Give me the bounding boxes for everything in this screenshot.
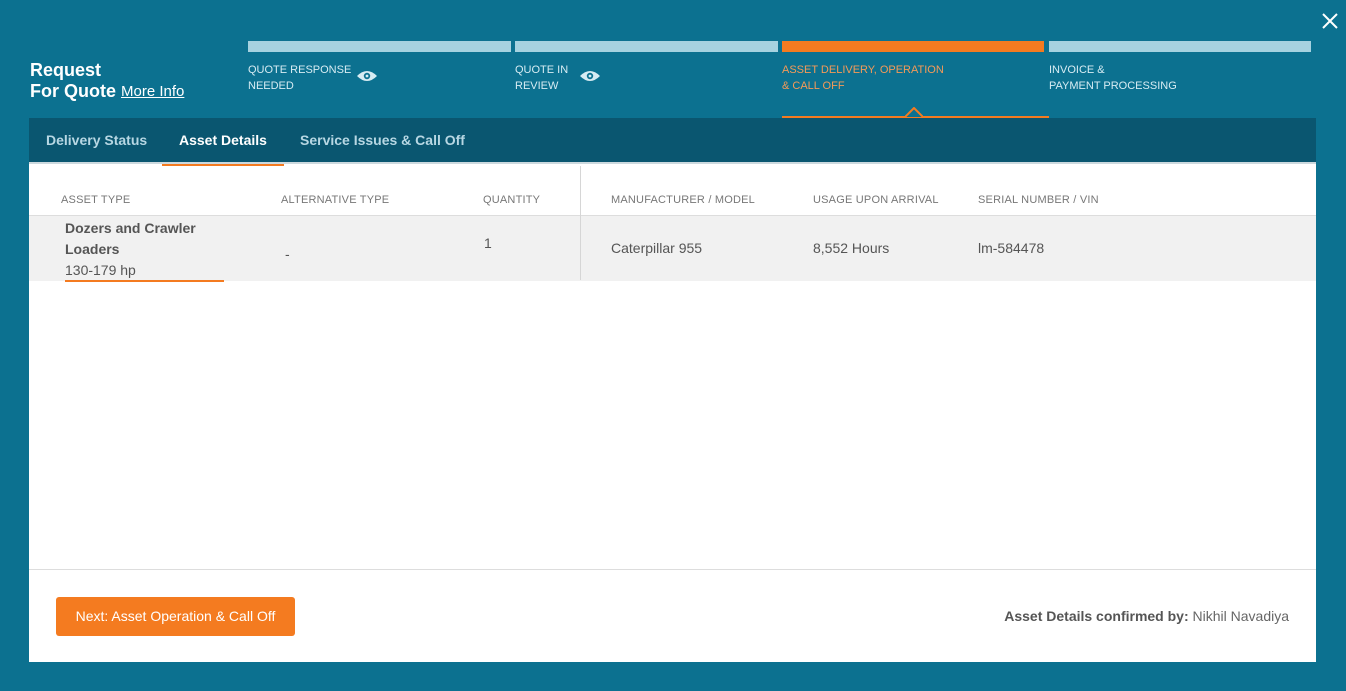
eye-icon[interactable] xyxy=(356,69,378,83)
tab-asset-details[interactable]: Asset Details xyxy=(162,118,284,166)
caret-up-icon xyxy=(905,107,923,117)
step-label: ASSET DELIVERY, OPERATION & CALL OFF xyxy=(782,64,944,92)
page-title: Request For Quote xyxy=(30,60,116,102)
step-quote-review: QUOTE IN REVIEW xyxy=(515,41,778,118)
eye-icon[interactable] xyxy=(579,69,601,83)
quantity-cell: 1 xyxy=(484,235,492,251)
col-header-serial: SERIAL NUMBER / VIN xyxy=(978,194,1099,206)
page-title-line2: For Quote xyxy=(30,81,116,101)
tab-service-issues[interactable]: Service Issues & Call Off xyxy=(283,118,482,164)
column-divider xyxy=(580,166,581,280)
confirmed-by-label: Asset Details confirmed by: xyxy=(1004,608,1189,624)
step-progress-bar xyxy=(248,41,511,52)
step-progress-bar xyxy=(782,41,1044,52)
asset-size: 130-179 hp xyxy=(65,260,224,282)
close-icon[interactable] xyxy=(1320,11,1340,31)
asset-type-name-line2: Loaders xyxy=(65,241,120,257)
col-header-asset-type: ASSET TYPE xyxy=(61,194,131,206)
step-progress-bar xyxy=(515,41,778,52)
footer-divider xyxy=(29,569,1316,570)
col-header-usage: USAGE UPON ARRIVAL xyxy=(813,194,939,206)
page-title-line1: Request xyxy=(30,60,102,80)
confirmed-by: Asset Details confirmed by: Nikhil Navad… xyxy=(1004,608,1289,624)
step-label: QUOTE IN REVIEW xyxy=(515,64,569,92)
tab-delivery-status[interactable]: Delivery Status xyxy=(29,118,164,164)
serial-cell: lm-584478 xyxy=(978,240,1045,256)
col-header-manufacturer: MANUFACTURER / MODEL xyxy=(611,194,755,206)
asset-type-name-line1: Dozers and Crawler xyxy=(65,220,196,236)
asset-type-cell: Dozers and Crawler Loaders 130-179 hp xyxy=(65,216,224,282)
more-info-link[interactable]: More Info xyxy=(121,83,184,100)
confirmed-by-name: Nikhil Navadiya xyxy=(1192,608,1289,624)
step-progress-bar xyxy=(1049,41,1311,52)
step-quote-response: QUOTE RESPONSE NEEDED xyxy=(248,41,511,118)
step-label: INVOICE & PAYMENT PROCESSING xyxy=(1049,64,1177,92)
col-header-alternative-type: ALTERNATIVE TYPE xyxy=(281,194,390,206)
main-panel: Delivery Status Asset Details Service Is… xyxy=(29,118,1316,662)
col-header-quantity: QUANTITY xyxy=(483,194,541,206)
next-asset-operation-button[interactable]: Next: Asset Operation & Call Off xyxy=(56,597,295,636)
tab-bar: Delivery Status Asset Details Service Is… xyxy=(29,118,1316,166)
step-label: QUOTE RESPONSE NEEDED xyxy=(248,64,352,92)
alternative-type-cell: - xyxy=(285,246,290,262)
table-row: Dozers and Crawler Loaders 130-179 hp - … xyxy=(29,215,1316,282)
manufacturer-model-cell: Caterpillar 955 xyxy=(611,240,703,256)
step-asset-delivery: ASSET DELIVERY, OPERATION & CALL OFF xyxy=(782,41,1049,118)
usage-cell: 8,552 Hours xyxy=(813,240,890,256)
step-invoice: INVOICE & PAYMENT PROCESSING xyxy=(1049,41,1311,118)
